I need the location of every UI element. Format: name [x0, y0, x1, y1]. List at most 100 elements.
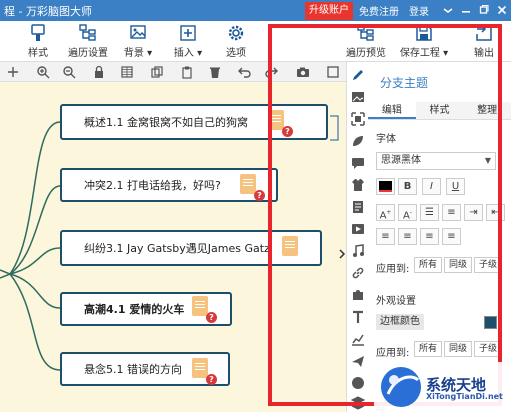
music-icon[interactable] — [351, 244, 365, 258]
outdent-icon[interactable]: ⇤ — [486, 204, 505, 221]
topic-node-4-text: 高潮4.1 爱情的火车 — [84, 303, 185, 316]
tab-arrange[interactable]: 整理 — [463, 102, 511, 119]
export-tool[interactable]: 输出 — [458, 23, 510, 59]
align-justify-icon[interactable]: ≡ — [442, 228, 461, 245]
restore-icon[interactable] — [475, 4, 493, 17]
zoom-out-icon[interactable] — [62, 65, 76, 79]
style-tool[interactable]: 样式 — [12, 23, 64, 59]
grid-icon[interactable] — [120, 65, 134, 79]
title-bar: 程 - 万彩脑图大师 升级账户 免费注册 登录 — [0, 0, 511, 21]
register-link[interactable]: 免费注册 — [359, 3, 399, 18]
topic-node-5-text: 悬念5.1 错误的方向 — [84, 363, 182, 376]
align-right-icon[interactable]: ≡ — [420, 228, 439, 245]
shirt-icon[interactable] — [351, 178, 365, 192]
paste-icon[interactable] — [180, 65, 194, 79]
note-icon[interactable] — [268, 110, 284, 130]
layers-icon[interactable] — [351, 396, 365, 410]
delete-icon[interactable] — [208, 65, 222, 79]
lock-icon[interactable] — [92, 65, 106, 79]
edit-icon[interactable] — [351, 68, 365, 82]
align-left-icon[interactable]: ≡ — [376, 228, 395, 245]
numbered-list-icon[interactable]: ≡ — [442, 204, 461, 221]
fullscreen-icon[interactable] — [326, 65, 340, 79]
bullet-list-icon[interactable]: ☰ — [420, 204, 439, 221]
italic-button[interactable]: I — [422, 178, 441, 195]
traverse-settings-tool[interactable]: 遍历设置 — [62, 23, 114, 59]
close-icon[interactable] — [493, 4, 511, 18]
undo-icon[interactable] — [238, 65, 252, 79]
pan-icon[interactable] — [6, 65, 20, 79]
insert-tool[interactable]: 插入 ▾ — [162, 23, 214, 59]
camera-icon[interactable] — [296, 65, 310, 79]
border-color-button[interactable]: 边框颜色 — [376, 314, 424, 330]
gear-icon — [227, 23, 245, 43]
traverse-label: 遍历设置 — [68, 48, 108, 59]
save-label: 保存工程 ▾ — [399, 48, 449, 59]
tab-style[interactable]: 样式 — [416, 102, 464, 119]
topic-node-2-text: 冲突2.1 打电话给我，好吗? — [84, 179, 221, 192]
upgrade-account-button[interactable]: 升级账户 — [305, 1, 353, 20]
note-icon[interactable] — [192, 358, 208, 378]
options-tool[interactable]: 选项 — [210, 23, 262, 59]
comment-icon[interactable] — [351, 156, 365, 170]
background-tool[interactable]: 背景 ▾ — [112, 23, 164, 59]
font-section-label: 字体 — [376, 134, 396, 145]
font-color-picker[interactable] — [376, 178, 395, 195]
zoom-in-icon[interactable] — [36, 65, 50, 79]
background-icon — [129, 23, 147, 43]
options-label: 选项 — [226, 48, 246, 59]
video-icon[interactable] — [351, 222, 365, 236]
main-toolbar: 样式 遍历设置 背景 ▾ 插入 ▾ 选项 遍历预览 保存工程 ▾ 输出 — [0, 21, 511, 62]
save-icon — [415, 23, 433, 43]
save-project-tool[interactable]: 保存工程 ▾ — [398, 23, 450, 59]
question-badge-icon[interactable]: ? — [254, 190, 265, 201]
panel-title: 分支主题 — [380, 76, 429, 90]
chart-icon[interactable] — [351, 332, 365, 346]
font-grow-icon[interactable]: A+ — [376, 204, 395, 221]
underline-button[interactable]: U — [446, 178, 465, 195]
document-icon[interactable] — [351, 200, 365, 214]
apply-child-button-2[interactable]: 子级 — [474, 341, 503, 357]
redo-icon[interactable] — [264, 65, 278, 79]
puzzle-icon[interactable] — [351, 288, 365, 302]
minimize-icon[interactable] — [457, 4, 475, 17]
traverse-preview-tool[interactable]: 遍历预览 — [340, 23, 392, 59]
topic-node-3-text: 纠纷3.1 Jay Gatsby遇见James Gatz — [84, 242, 270, 255]
note-icon[interactable] — [192, 296, 208, 316]
note-icon[interactable] — [240, 174, 256, 194]
canvas-toolbar — [0, 62, 346, 82]
question-badge-icon[interactable]: ? — [282, 126, 293, 137]
style-icon — [29, 23, 47, 43]
bold-button[interactable]: B — [398, 178, 417, 195]
apply-to-label: 应用到: — [376, 264, 410, 275]
leaf-icon[interactable] — [351, 134, 365, 148]
mindmap-canvas[interactable]: 概述1.1 金窝银窝不如自己的狗窝 ? 冲突2.1 打电话给我，好吗? ? 纠纷… — [0, 82, 346, 412]
apply-child-button[interactable]: 子级 — [474, 257, 503, 273]
traverse-icon — [79, 23, 97, 43]
question-badge-icon[interactable]: ? — [206, 312, 217, 323]
plane-icon[interactable] — [351, 354, 365, 368]
apply-same-level-button[interactable]: 同级 — [444, 257, 473, 273]
export-label: 输出 — [474, 48, 494, 59]
expand-icon[interactable] — [351, 112, 365, 126]
copy-icon[interactable] — [150, 65, 164, 79]
link-icon[interactable] — [351, 266, 365, 280]
align-center-icon[interactable]: ≡ — [398, 228, 417, 245]
menu-icon[interactable] — [439, 4, 457, 17]
border-color-swatch[interactable] — [484, 316, 497, 329]
note-icon[interactable] — [282, 236, 298, 256]
watermark-logo: 系统天地 XiTongTianDi.net — [374, 362, 511, 412]
question-badge-icon[interactable]: ? — [206, 374, 217, 385]
font-family-select[interactable]: 思源黑体 ▼ — [376, 152, 496, 170]
panel-tabs: 编辑 样式 整理 — [368, 102, 511, 120]
tab-edit[interactable]: 编辑 — [368, 102, 416, 119]
compass-icon[interactable] — [351, 376, 365, 390]
image-icon[interactable] — [351, 90, 365, 104]
apply-all-button[interactable]: 所有 — [414, 257, 443, 273]
font-shrink-icon[interactable]: A- — [398, 204, 417, 221]
apply-same-level-button-2[interactable]: 同级 — [444, 341, 473, 357]
apply-all-button-2[interactable]: 所有 — [414, 341, 443, 357]
login-link[interactable]: 登录 — [409, 3, 429, 18]
indent-icon[interactable]: ⇥ — [464, 204, 483, 221]
text-icon[interactable] — [351, 310, 365, 324]
